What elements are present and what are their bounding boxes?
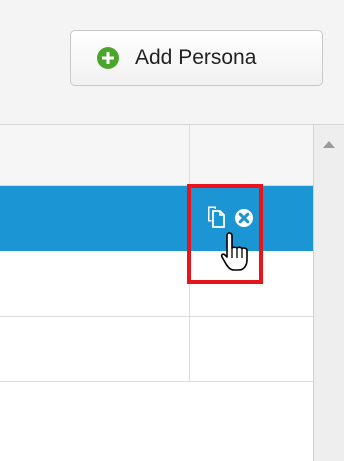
- vertical-scrollbar[interactable]: [313, 125, 344, 461]
- scroll-up-arrow-icon[interactable]: [322, 139, 336, 149]
- persona-page: Add Persona: [0, 0, 344, 461]
- persona-table: [0, 125, 313, 461]
- table-header: [0, 125, 313, 186]
- add-persona-button[interactable]: Add Persona: [70, 30, 323, 86]
- add-persona-label: Add Persona: [135, 46, 257, 69]
- table-row-selected[interactable]: [0, 186, 313, 251]
- plus-circle-icon: [97, 47, 119, 69]
- copy-icon[interactable]: [206, 205, 226, 229]
- table-row[interactable]: [0, 252, 313, 317]
- toolbar: Add Persona: [0, 0, 344, 125]
- table-row[interactable]: [0, 317, 313, 382]
- column-divider: [189, 125, 190, 186]
- remove-icon[interactable]: [234, 208, 254, 228]
- column-divider: [189, 252, 190, 382]
